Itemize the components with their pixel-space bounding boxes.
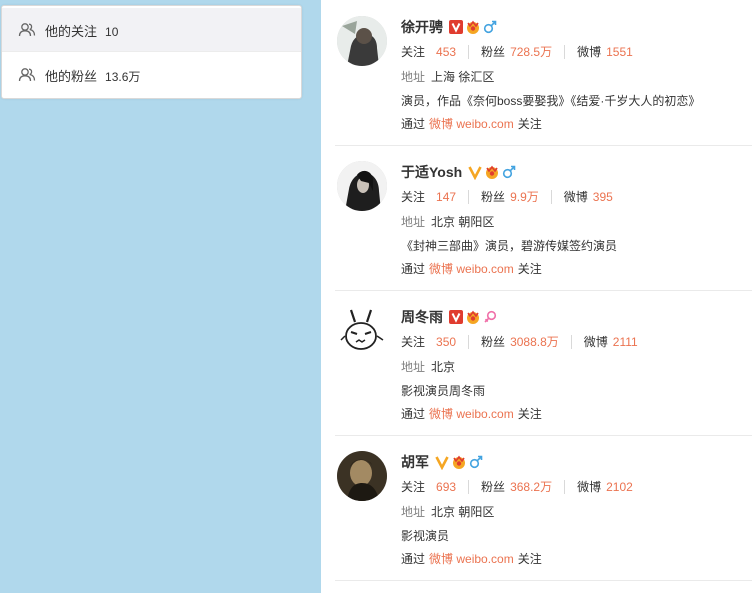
user-name[interactable]: 周冬雨 — [401, 307, 443, 327]
user-stats: 关注 350 粉丝 3088.8万 微博 2111 — [401, 333, 638, 350]
follow-count[interactable]: 147 — [436, 190, 456, 204]
weibo-label: 微博 — [563, 190, 588, 204]
nav-fans[interactable]: 他的粉丝 13.6万 — [2, 53, 301, 97]
follow-count[interactable]: 693 — [436, 480, 456, 494]
users-icon — [18, 23, 36, 37]
male-icon — [503, 165, 516, 179]
member-crown-icon[interactable] — [484, 164, 500, 180]
divider — [564, 44, 566, 59]
fans-count[interactable]: 3088.8万 — [510, 333, 559, 350]
follow-count[interactable]: 350 — [436, 335, 456, 349]
source-link[interactable]: 微博 weibo.com — [429, 117, 514, 131]
follow-source: 通过 微博 weibo.com 关注 — [401, 407, 542, 421]
divider — [468, 334, 470, 349]
user-address: 地址 北京 朝阳区 — [401, 505, 495, 519]
divider — [564, 479, 566, 494]
fans-label: 粉丝 — [481, 45, 506, 59]
user-description: 《封神三部曲》演员，碧游传媒签约演员 — [401, 239, 618, 253]
female-icon — [484, 310, 497, 323]
weibo-count[interactable]: 395 — [593, 190, 613, 204]
follow-count[interactable]: 453 — [436, 45, 456, 59]
verified-v-icon[interactable] — [468, 164, 482, 180]
user-card: 胡军 关注 693 粉丝 368.2万 微博 2102 地址 北京 朝阳区 影视演… — [335, 435, 752, 581]
fans-count[interactable]: 368.2万 — [510, 478, 552, 495]
follow-label: 关注 — [401, 45, 426, 59]
user-card: 徐开骋 关注 453 粉丝 728.5万 微博 1551 地址 上海 徐汇区 演员… — [335, 0, 752, 146]
weibo-label: 微博 — [577, 45, 602, 59]
male-icon — [483, 20, 497, 34]
user-address: 地址 北京 朝阳区 — [401, 215, 495, 229]
user-stats: 关注 453 粉丝 728.5万 微博 1551 — [401, 43, 633, 60]
user-description: 演员，作品《奈何boss要娶我》《结爱·千岁大人的初恋》 — [401, 94, 701, 108]
follow-source: 通过 微博 weibo.com 关注 — [401, 552, 542, 566]
follow-source: 通过 微博 weibo.com 关注 — [401, 262, 542, 276]
weibo-label: 微博 — [583, 335, 608, 349]
male-icon — [469, 455, 483, 469]
nav-following-label: 他的关注 10 — [45, 23, 119, 39]
avatar[interactable] — [337, 161, 387, 211]
member-crown-icon[interactable] — [465, 19, 481, 35]
user-name[interactable]: 胡军 — [401, 452, 429, 472]
nav-following-count: 10 — [105, 24, 119, 39]
verified-v-icon[interactable] — [435, 454, 449, 470]
weibo-count[interactable]: 2111 — [613, 335, 638, 349]
follow-list: 徐开骋 关注 453 粉丝 728.5万 微博 1551 地址 上海 徐汇区 演员… — [321, 0, 752, 593]
source-link[interactable]: 微博 weibo.com — [429, 552, 514, 566]
divider — [468, 479, 470, 494]
follow-label: 关注 — [401, 335, 426, 349]
avatar[interactable] — [337, 16, 387, 66]
user-name[interactable]: 徐开骋 — [401, 17, 443, 37]
follow-source: 通过 微博 weibo.com 关注 — [401, 117, 542, 131]
user-stats: 关注 147 粉丝 9.9万 微博 395 — [401, 188, 613, 205]
nav-fans-count: 13.6万 — [105, 69, 141, 84]
divider — [570, 334, 572, 349]
member-crown-icon[interactable] — [465, 309, 481, 325]
weibo-count[interactable]: 2102 — [606, 480, 633, 494]
nav-following[interactable]: 他的关注 10 — [2, 8, 301, 52]
vip-v-icon[interactable] — [449, 19, 463, 35]
user-card: 于适Yosh 关注 147 粉丝 9.9万 微博 395 地址 北京 朝阳区 《封… — [335, 145, 752, 291]
weibo-label: 微博 — [577, 480, 602, 494]
fans-label: 粉丝 — [481, 480, 506, 494]
fans-count[interactable]: 9.9万 — [510, 188, 539, 205]
user-address: 地址 上海 徐汇区 — [401, 70, 495, 84]
user-card: 周冬雨 关注 350 粉丝 3088.8万 微博 2111 地址 北京 影视演员周… — [335, 290, 752, 436]
divider — [468, 44, 470, 59]
source-link[interactable]: 微博 weibo.com — [429, 262, 514, 276]
nav-divider — [2, 51, 301, 52]
member-crown-icon[interactable] — [451, 454, 467, 470]
nav-fans-label: 他的粉丝 13.6万 — [45, 68, 141, 84]
fans-label: 粉丝 — [481, 190, 506, 204]
user-description: 影视演员周冬雨 — [401, 384, 486, 398]
user-name[interactable]: 于适Yosh — [401, 162, 462, 182]
user-stats: 关注 693 粉丝 368.2万 微博 2102 — [401, 478, 633, 495]
follow-label: 关注 — [401, 480, 426, 494]
users-icon — [18, 68, 36, 82]
weibo-count[interactable]: 1551 — [606, 45, 633, 59]
source-link[interactable]: 微博 weibo.com — [429, 407, 514, 421]
divider — [468, 189, 470, 204]
relation-nav: 他的关注 10 他的粉丝 13.6万 — [1, 5, 302, 99]
divider — [550, 189, 552, 204]
fans-count[interactable]: 728.5万 — [510, 43, 552, 60]
avatar[interactable] — [337, 451, 387, 501]
follow-label: 关注 — [401, 190, 426, 204]
fans-label: 粉丝 — [481, 335, 506, 349]
avatar[interactable] — [337, 306, 387, 356]
user-description: 影视演员 — [401, 529, 450, 543]
user-address: 地址 北京 — [401, 360, 456, 374]
vip-v-icon[interactable] — [449, 309, 463, 325]
